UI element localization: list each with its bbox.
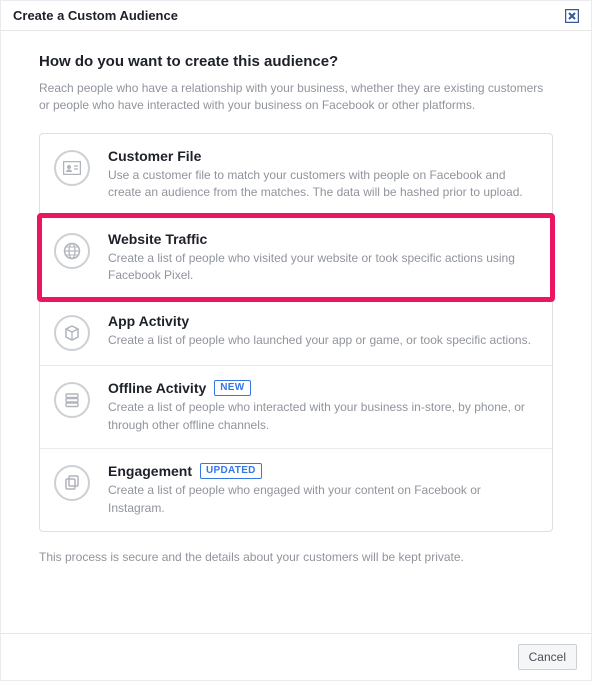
dialog-header: Create a Custom Audience	[1, 1, 591, 31]
option-text: Engagement UPDATED Create a list of peop…	[108, 463, 538, 517]
option-text: App Activity Create a list of people who…	[108, 313, 538, 351]
option-text: Offline Activity NEW Create a list of pe…	[108, 380, 538, 434]
option-title: App Activity	[108, 313, 189, 329]
option-offline-activity[interactable]: Offline Activity NEW Create a list of pe…	[40, 366, 552, 449]
question-subtext: Reach people who have a relationship wit…	[39, 80, 553, 115]
secure-note: This process is secure and the details a…	[39, 550, 553, 564]
option-desc: Create a list of people who launched you…	[108, 332, 538, 349]
option-desc: Create a list of people who visited your…	[108, 250, 538, 285]
option-website-traffic[interactable]: Website Traffic Create a list of people …	[40, 217, 552, 300]
option-engagement[interactable]: Engagement UPDATED Create a list of peop…	[40, 449, 552, 531]
close-icon[interactable]	[565, 9, 579, 23]
options-list: Customer File Use a customer file to mat…	[39, 133, 553, 532]
dialog-footer: Cancel	[1, 633, 591, 680]
option-desc: Create a list of people who engaged with…	[108, 482, 538, 517]
option-desc: Create a list of people who interacted w…	[108, 399, 538, 434]
dialog-body: How do you want to create this audience?…	[1, 31, 591, 564]
cancel-button[interactable]: Cancel	[518, 644, 577, 670]
id-card-icon	[54, 150, 90, 186]
dialog-title: Create a Custom Audience	[13, 8, 178, 23]
option-title: Engagement	[108, 463, 192, 479]
question-heading: How do you want to create this audience?	[39, 53, 553, 70]
new-badge: NEW	[214, 380, 250, 396]
option-text: Customer File Use a customer file to mat…	[108, 148, 538, 202]
option-title: Website Traffic	[108, 231, 207, 247]
copy-icon	[54, 465, 90, 501]
option-title: Offline Activity	[108, 380, 206, 396]
option-customer-file[interactable]: Customer File Use a customer file to mat…	[40, 134, 552, 217]
globe-icon	[54, 233, 90, 269]
stack-icon	[54, 382, 90, 418]
create-custom-audience-dialog: Create a Custom Audience How do you want…	[0, 0, 592, 681]
option-desc: Use a customer file to match your custom…	[108, 167, 538, 202]
option-app-activity[interactable]: App Activity Create a list of people who…	[40, 299, 552, 366]
option-title: Customer File	[108, 148, 201, 164]
option-text: Website Traffic Create a list of people …	[108, 231, 538, 285]
cube-icon	[54, 315, 90, 351]
updated-badge: UPDATED	[200, 463, 262, 479]
